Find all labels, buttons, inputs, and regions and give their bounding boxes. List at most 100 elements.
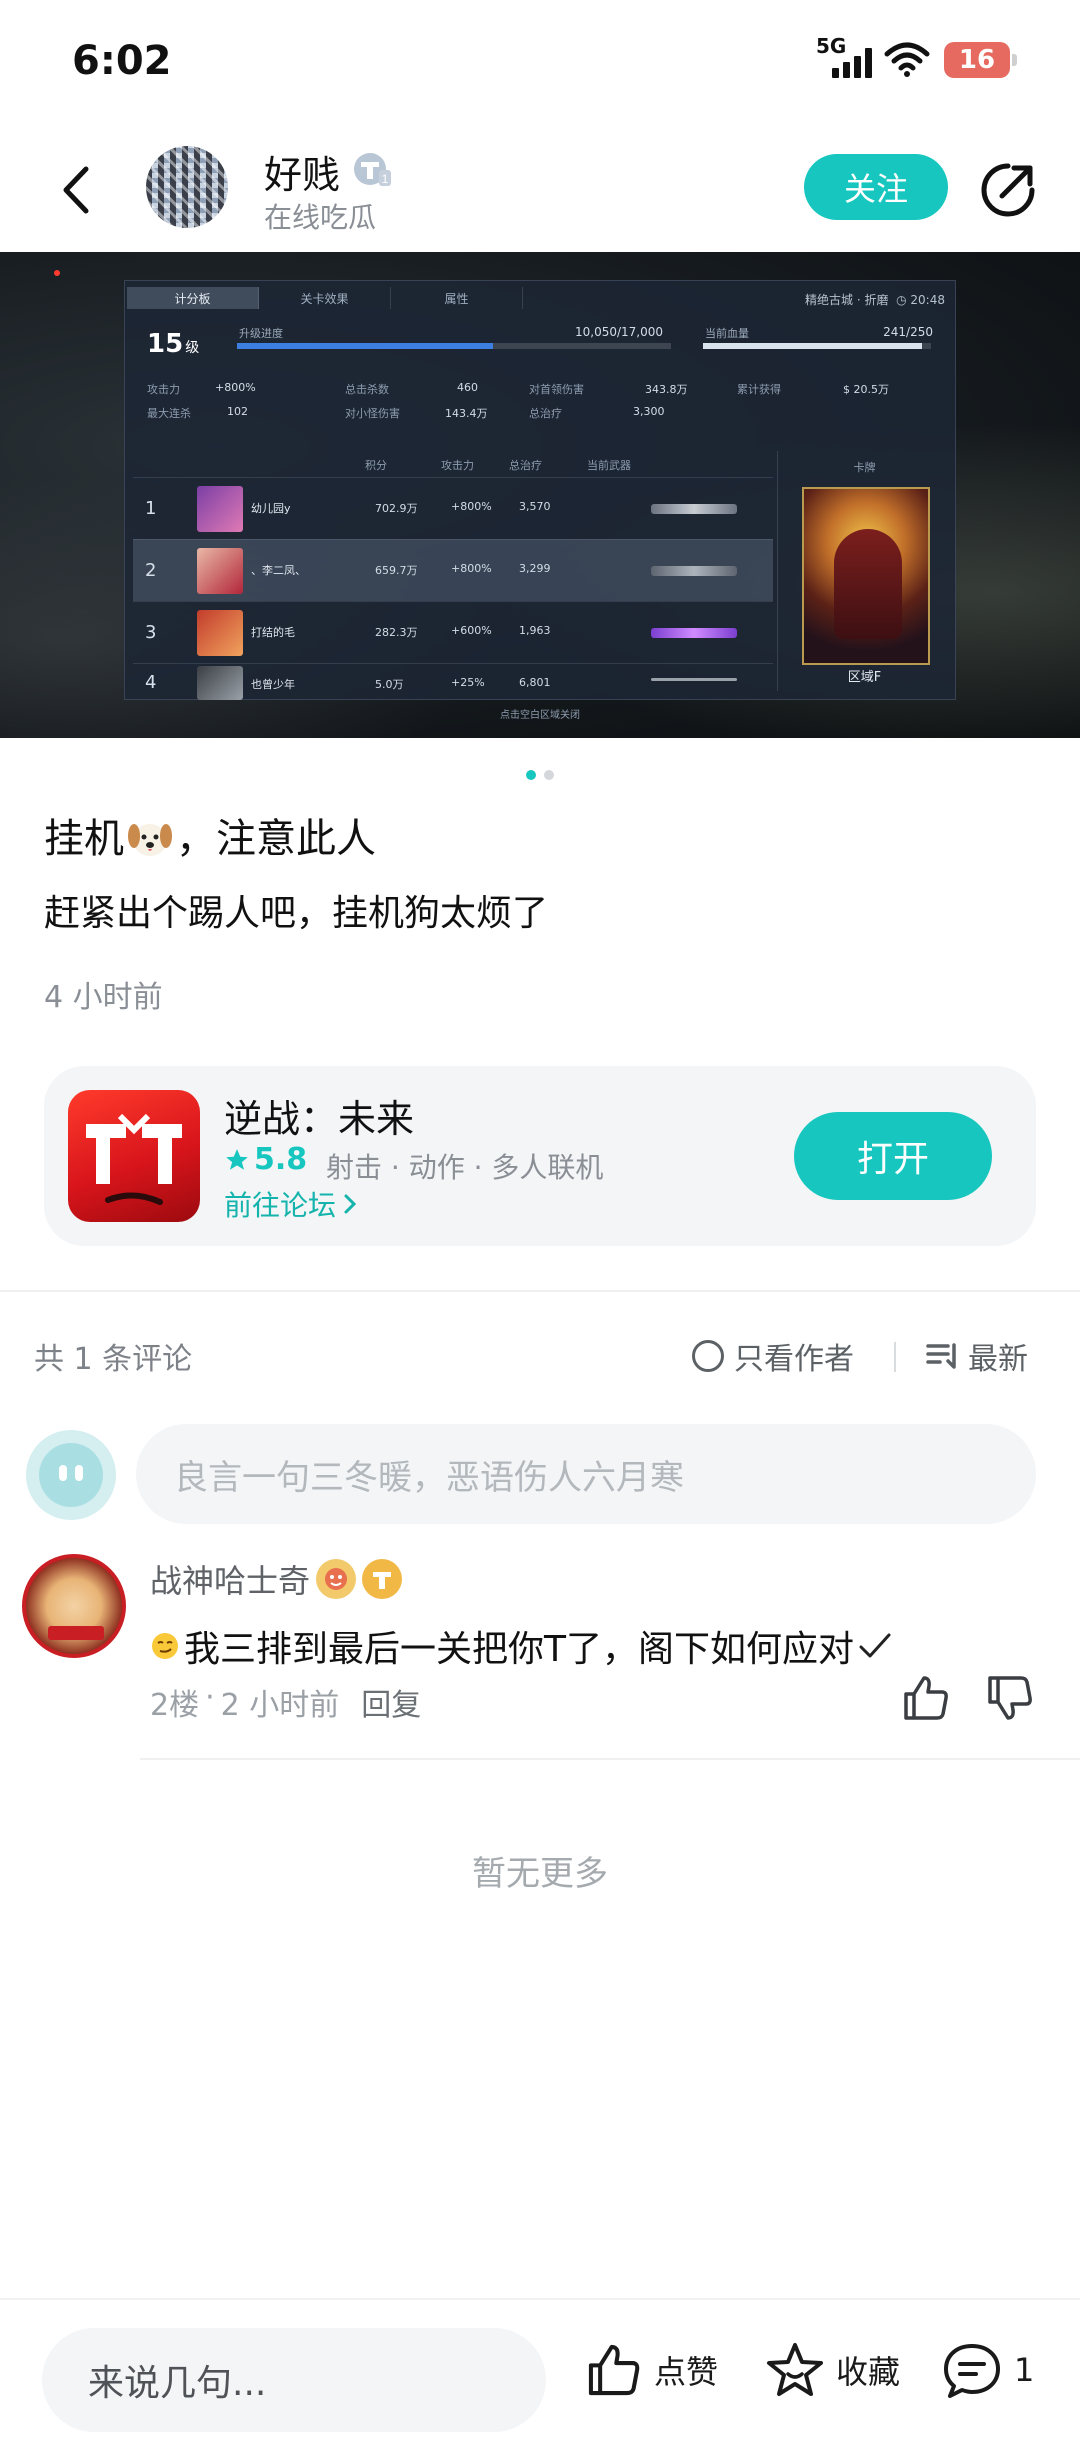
status-bar: 6:02 5G 16 [0, 0, 1080, 130]
player-avatar [197, 548, 243, 594]
stat-item: 累计获得 $ 20.5万 [737, 383, 889, 396]
status-icons: 5G 16 [816, 34, 1017, 82]
smirk-emoji-icon [152, 1633, 178, 1659]
comment-input[interactable]: 良言一句三冬暖，恶语伤人六月寒 [136, 1424, 1036, 1524]
star-icon [226, 1148, 248, 1170]
level-badge-icon [362, 1559, 403, 1599]
scoreboard-row: 3 打结的毛 282.3万 +600% 1,963 [133, 601, 773, 663]
carousel-dot [544, 770, 554, 780]
game-card[interactable]: 逆战：未来 5.8 射击 · 动作 · 多人联机 前往论坛 打开 [44, 1066, 1036, 1246]
my-avatar [26, 1430, 116, 1520]
author-avatar[interactable] [146, 146, 228, 228]
stat-item: 攻击力 +800% [147, 381, 256, 396]
card-art [802, 487, 930, 665]
comment-divider [140, 1758, 1080, 1760]
wifi-icon [884, 42, 930, 77]
game-logo-icon [86, 1113, 182, 1205]
chevron-right-icon [344, 1194, 357, 1214]
scoreboard-panel: 计分板 关卡效果 属性 精绝古城 · 折磨 ◷ 20:48 15 级 升级进度 1… [124, 280, 956, 721]
weapon-icon [651, 566, 737, 576]
progress-label: 升级进度 [239, 327, 283, 340]
verified-badge-icon: 1 [354, 153, 391, 186]
tab-scoreboard: 计分板 [127, 287, 259, 309]
bottom-comment-input[interactable]: 来说几句... [42, 2328, 546, 2432]
post-body: 赶紧出个踢人吧，挂机狗太烦了 [44, 893, 549, 934]
post-header: 好贱 1 在线吃瓜 关注 [0, 130, 1080, 252]
column-header: 积分 [365, 459, 387, 472]
level-progress-bar [237, 343, 671, 349]
favorite-button[interactable]: 收藏 [764, 2340, 900, 2400]
forum-link[interactable]: 前往论坛 [224, 1184, 358, 1224]
stat-item: 最大连杀 102 [147, 405, 248, 420]
progress-value: 10,050/17,000 [575, 325, 664, 339]
stat-item: 对首领伤害 343.8万 [529, 383, 688, 396]
weapon-icon [651, 678, 737, 681]
weapon-icon [651, 504, 737, 514]
game-rating: 5.8 [224, 1142, 307, 1177]
reply-button[interactable]: 回复 [361, 1680, 421, 1724]
game-app-icon [68, 1090, 200, 1222]
comment-bubble-icon [944, 2344, 1000, 2398]
comment-button[interactable]: 1 [940, 2340, 1034, 2400]
back-icon [63, 166, 89, 214]
filter-separator [894, 1342, 896, 1372]
game-tags: 射击 · 动作 · 多人联机 [326, 1151, 604, 1184]
like-button[interactable]: 点赞 [584, 2340, 718, 2400]
radio-icon [692, 1340, 724, 1372]
sort-button[interactable]: 最新 [926, 1334, 1028, 1378]
commenter-name[interactable]: 战神哈士奇 [150, 1556, 403, 1602]
post-image-carousel[interactable]: 计分板 关卡效果 属性 精绝古城 · 折磨 ◷ 20:48 15 级 升级进度 1… [0, 252, 1080, 738]
thumbs-down-icon[interactable] [984, 1672, 1036, 1724]
player-avatar [197, 610, 243, 656]
player-level: 15 级 [147, 329, 200, 359]
follow-button[interactable]: 关注 [804, 154, 948, 220]
stat-item: 对小怪伤害 143.4万 [345, 407, 488, 420]
tab-level-effects: 关卡效果 [259, 287, 391, 309]
hp-bar [703, 343, 931, 349]
weapon-icon [651, 628, 737, 638]
player-avatar [197, 666, 243, 700]
back-button[interactable] [46, 160, 106, 220]
column-header: 总治疗 [509, 459, 542, 472]
scoreboard-row: 4 也曾少年 5.0万 +25% 6,801 [133, 663, 773, 701]
scoreboard-row: 2 、李二凤、 659.7万 +800% 3,299 [133, 539, 773, 601]
thumbs-up-icon[interactable] [900, 1672, 952, 1724]
player-avatar [197, 486, 243, 532]
bottom-action-bar: 来说几句... 点赞 收藏 1 [0, 2298, 1080, 2460]
stat-item: 总击杀数 460 [345, 381, 478, 396]
tab-attributes: 属性 [391, 287, 523, 309]
comment-meta: 2楼 · 2 小时前 回复 [150, 1680, 422, 1724]
dog-emoji-icon [128, 824, 172, 856]
sort-icon [926, 1343, 956, 1369]
post-title: 挂机 ，注意此人 [44, 816, 376, 862]
thumbs-up-icon [588, 2344, 640, 2396]
author-name[interactable]: 好贱 [264, 144, 340, 199]
only-author-toggle[interactable]: 只看作者 [692, 1334, 854, 1378]
check-icon [859, 1633, 891, 1658]
status-time: 6:02 [72, 38, 172, 84]
column-header: 当前武器 [587, 459, 631, 472]
carousel-dot [526, 770, 536, 780]
hp-value: 241/250 [883, 325, 933, 339]
author-subtitle: 在线吃瓜 [264, 201, 377, 234]
game-name[interactable]: 逆战：未来 [224, 1088, 414, 1143]
commenter-avatar[interactable] [22, 1554, 126, 1658]
column-header: 攻击力 [441, 459, 474, 472]
signal-icon: 5G [816, 34, 872, 82]
decor-light [54, 270, 60, 276]
scoreboard-row: 1 幼儿园y 702.9万 +800% 3,570 [133, 477, 773, 539]
battery-icon: 16 [944, 42, 1017, 78]
open-game-button[interactable]: 打开 [794, 1112, 992, 1200]
scoreboard-tabs: 计分板 关卡效果 属性 [127, 287, 523, 309]
star-icon [767, 2343, 823, 2396]
share-icon[interactable] [978, 160, 1038, 220]
no-more-text: 暂无更多 [472, 1854, 608, 1894]
close-hint: 点击空白区域关闭 [500, 710, 580, 721]
card-section: 卡牌 区域F [777, 451, 951, 691]
section-divider [0, 1290, 1080, 1292]
user-badge-icon [316, 1559, 357, 1599]
comment-count: 共 1 条评论 [34, 1342, 193, 1377]
carousel-indicator [0, 770, 1080, 780]
hp-label: 当前血量 [705, 327, 749, 340]
map-location: 精绝古城 · 折磨 ◷ 20:48 [805, 293, 945, 307]
